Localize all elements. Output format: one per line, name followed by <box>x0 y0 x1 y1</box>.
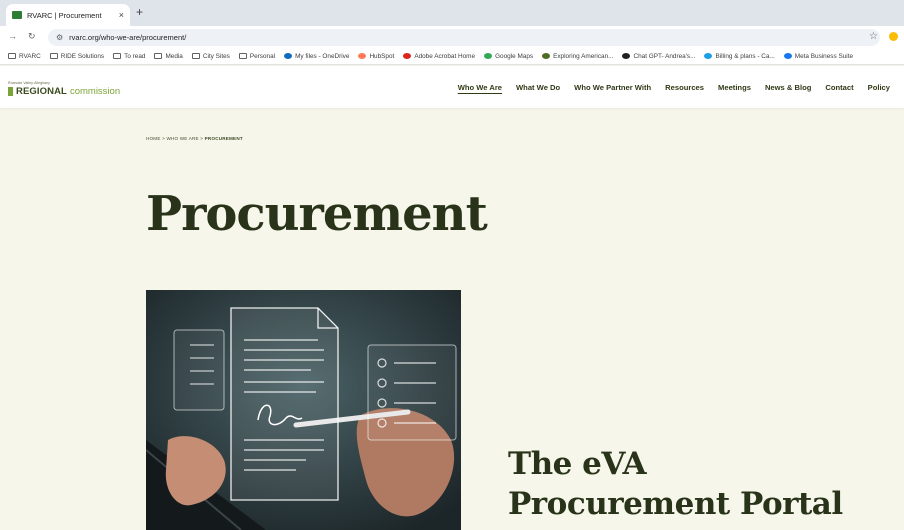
bookmark-item[interactable]: Google Maps <box>484 53 533 60</box>
canva-icon <box>704 53 713 59</box>
nav-item-resources[interactable]: Resources <box>665 83 704 92</box>
bookmark-star-icon[interactable]: ☆ <box>869 31 878 42</box>
bookmark-label: RVARC <box>19 52 41 60</box>
browser-tab[interactable]: RVARC | Procurement × <box>6 4 130 26</box>
bookmark-label: RIDE Solutions <box>60 52 105 60</box>
logo-subtitle: Roanoke Valley-Alleghany <box>8 81 50 85</box>
bookmark-item[interactable]: Meta Business Suite <box>783 52 854 60</box>
bookmark-label: To read <box>124 52 146 60</box>
acrobat-icon <box>403 53 412 59</box>
digital-document-illustration <box>146 290 461 530</box>
section-title: The eVA Procurement Portal <box>508 444 843 524</box>
nav-item-what-we-do[interactable]: What We Do <box>516 83 560 92</box>
bookmark-item[interactable]: To read <box>113 53 145 60</box>
nav-item-meetings[interactable]: Meetings <box>718 83 751 92</box>
bookmarks-bar: RVARC RIDE Solutions To read Media City Site… <box>0 48 904 65</box>
extension-icon[interactable] <box>889 32 898 41</box>
logo-main-text: REGIONAL <box>16 86 67 97</box>
bookmark-label: Adobe Acrobat Home <box>414 52 476 60</box>
bookmark-label: Billing & plans - Ca... <box>715 52 775 60</box>
breadcrumb-home[interactable]: HOME <box>146 136 161 141</box>
forward-arrow-icon[interactable]: → <box>8 31 17 41</box>
bookmark-label: Personal <box>249 52 276 60</box>
bookmark-label: City Sites <box>202 52 230 60</box>
site-icon <box>542 53 551 59</box>
reload-icon[interactable]: ↻ <box>28 31 36 42</box>
main-navigation: Who We Are What We Do Who We Partner With R… <box>444 83 890 92</box>
address-bar[interactable]: ⚙ rvarc.org/who-we-are/procurement/ <box>48 29 880 46</box>
logo-mark-icon <box>8 87 13 96</box>
hubspot-icon <box>358 53 367 59</box>
folder-icon <box>154 53 163 59</box>
bookmark-item[interactable]: Adobe Acrobat Home <box>403 53 475 60</box>
nav-item-policy[interactable]: Policy <box>868 83 890 92</box>
logo-accent-text: commission <box>69 86 121 97</box>
folder-icon <box>49 53 58 59</box>
bookmark-label: Exploring American... <box>553 52 614 60</box>
folder-icon <box>191 53 200 59</box>
breadcrumb: HOME > WHO WE ARE > PROCUREMENT <box>146 136 243 141</box>
url-text: rvarc.org/who-we-are/procurement/ <box>69 33 187 42</box>
page-title: Procurement <box>146 186 488 242</box>
bookmark-item[interactable]: Billing & plans - Ca... <box>704 52 775 60</box>
bookmark-label: My files - OneDrive <box>295 52 350 60</box>
bookmark-item[interactable]: HubSpot <box>358 53 394 60</box>
bookmark-item[interactable]: My files - OneDrive <box>284 53 349 60</box>
web-page: Roanoke Valley-Alleghany REGIONAL commis… <box>0 66 904 530</box>
site-logo[interactable]: Roanoke Valley-Alleghany REGIONAL commis… <box>8 81 120 97</box>
bookmark-item[interactable]: Personal <box>238 52 276 60</box>
bookmark-label: Google Maps <box>495 52 534 60</box>
chatgpt-icon <box>622 53 631 59</box>
bookmark-label: Chat GPT- Andrea's... <box>633 52 696 60</box>
nav-item-who-we-partner-with[interactable]: Who We Partner With <box>574 83 651 92</box>
nav-item-contact[interactable]: Contact <box>825 83 853 92</box>
section-title-line-1: The eVA <box>508 446 647 482</box>
browser-toolbar: → ↻ ⚙ rvarc.org/who-we-are/procurement/ … <box>0 26 904 48</box>
bookmark-item[interactable]: Chat GPT- Andrea's... <box>622 53 695 60</box>
bookmark-item[interactable]: City Sites <box>191 52 230 60</box>
folder-icon <box>113 53 122 59</box>
nav-item-who-we-are[interactable]: Who We Are <box>458 83 502 92</box>
breadcrumb-current: PROCUREMENT <box>204 136 243 141</box>
site-header: Roanoke Valley-Alleghany REGIONAL commis… <box>0 66 904 108</box>
bookmark-item[interactable]: RIDE Solutions <box>49 52 105 60</box>
bookmark-label: Media <box>165 52 183 60</box>
nav-item-news-blog[interactable]: News & Blog <box>765 83 811 92</box>
section-title-line-2: Procurement Portal <box>508 486 843 522</box>
onedrive-icon <box>284 53 293 59</box>
bookmark-label: Meta Business Suite <box>794 52 854 60</box>
folder-icon <box>238 53 247 59</box>
bookmark-item[interactable]: RVARC <box>8 53 41 60</box>
breadcrumb-parent[interactable]: WHO WE ARE <box>166 136 198 141</box>
bookmark-label: HubSpot <box>369 52 395 60</box>
meta-icon <box>783 53 792 59</box>
hero-image <box>146 290 461 530</box>
browser-tab-strip: RVARC | Procurement × + <box>0 0 904 26</box>
new-tab-button[interactable]: + <box>136 5 143 19</box>
tab-title: RVARC | Procurement <box>27 10 102 20</box>
bookmark-item[interactable]: Exploring American... <box>542 53 613 60</box>
tab-close-icon[interactable]: × <box>119 10 124 20</box>
maps-icon <box>484 53 493 59</box>
folder-icon <box>8 53 16 59</box>
site-favicon-icon <box>12 11 22 19</box>
site-settings-icon[interactable]: ⚙ <box>56 33 63 42</box>
bookmark-item[interactable]: Media <box>154 52 183 60</box>
